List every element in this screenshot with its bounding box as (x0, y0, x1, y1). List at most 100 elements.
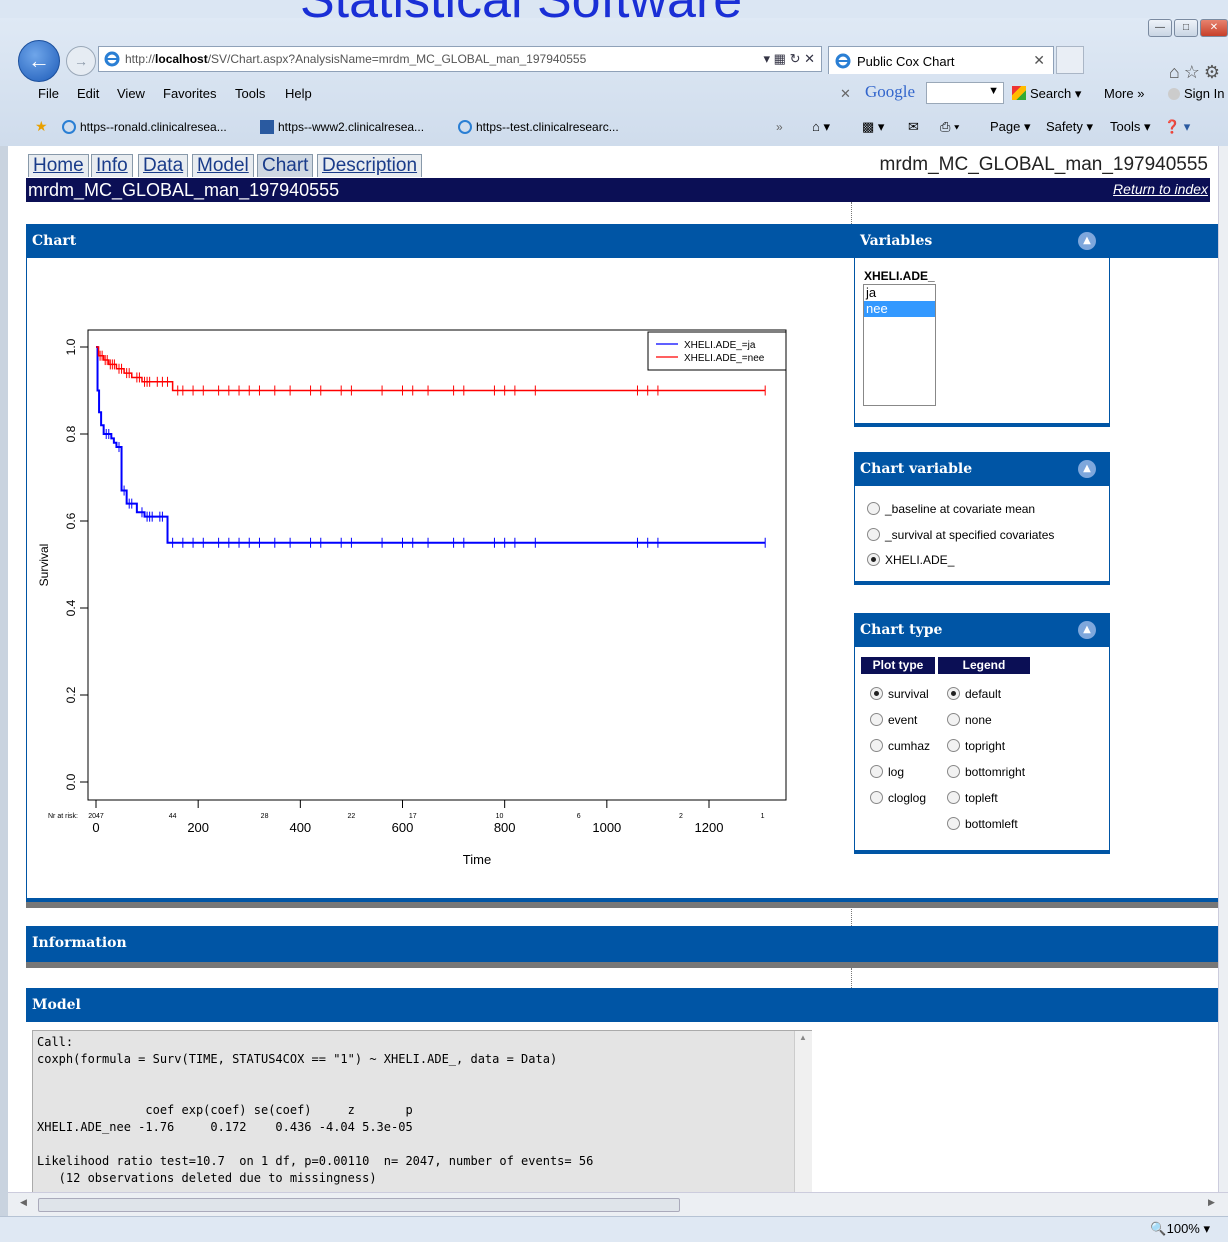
variable-option-ja[interactable]: ja (864, 285, 935, 301)
print-icon[interactable]: ⎙ ▾ (940, 119, 959, 135)
radio-icon[interactable] (947, 765, 960, 778)
radio-icon[interactable] (870, 765, 883, 778)
tab-chart[interactable]: Chart (257, 154, 314, 177)
radio-icon[interactable] (870, 791, 883, 804)
collapse-icon[interactable]: ▲ (1078, 460, 1096, 478)
scroll-right-icon[interactable]: ▶ (1208, 1197, 1215, 1208)
y-tick-label: 0.2 (64, 686, 78, 703)
close-window-icon[interactable]: ✕ (1200, 19, 1228, 37)
dropdown-icon[interactable]: ▾ (763, 51, 770, 66)
chart-variable-option-survival[interactable]: _survival at specified covariates (867, 528, 1054, 542)
menu-edit[interactable]: Edit (77, 86, 99, 101)
tab-home[interactable]: Home (28, 154, 89, 177)
legend-bottomleft[interactable]: bottomleft (947, 817, 1018, 831)
search-button[interactable]: Search ▾ (1012, 86, 1081, 102)
help-icon[interactable]: ❓ ▾ (1164, 119, 1190, 135)
close-tab-icon[interactable]: ✕ (1033, 52, 1045, 69)
tools-menu[interactable]: Tools ▾ (1110, 119, 1151, 135)
radio-icon[interactable] (867, 502, 880, 515)
tab-model[interactable]: Model (192, 154, 254, 177)
plot-type-log[interactable]: log (870, 765, 904, 779)
home-icon[interactable]: ⌂ (1169, 62, 1184, 82)
radio-selected-icon[interactable] (867, 553, 880, 566)
radio-icon[interactable] (947, 713, 960, 726)
variable-listbox[interactable]: ja nee (863, 284, 936, 406)
tab-data[interactable]: Data (138, 154, 189, 177)
scroll-left-icon[interactable]: ◀ (20, 1197, 27, 1208)
safety-menu[interactable]: Safety ▾ (1046, 119, 1093, 135)
legend-default[interactable]: default (947, 687, 1001, 701)
close-search-icon[interactable]: ✕ (840, 86, 851, 102)
legend-bottomright[interactable]: bottomright (947, 765, 1025, 779)
radio-icon[interactable] (867, 528, 880, 541)
plot-type-cloglog[interactable]: cloglog (870, 791, 926, 805)
radio-icon[interactable] (870, 739, 883, 752)
home-icon[interactable]: ⌂ ▾ (812, 119, 830, 135)
model-output[interactable]: Call: coxph(formula = Surv(TIME, STATUS4… (32, 1030, 812, 1192)
collapse-icon[interactable]: ▲ (1078, 621, 1096, 639)
chevron-down-icon[interactable]: ▼ (988, 85, 999, 97)
divider (851, 902, 852, 926)
radio-icon[interactable] (947, 791, 960, 804)
menu-file[interactable]: File (38, 86, 59, 101)
radio-selected-icon[interactable] (870, 687, 883, 700)
radio-icon[interactable] (947, 817, 960, 830)
zoom-icon: 🔍 (1150, 1221, 1167, 1236)
variable-option-nee[interactable]: nee (864, 301, 935, 317)
new-tab-button[interactable] (1056, 46, 1084, 74)
vertical-scrollbar[interactable] (1218, 146, 1228, 1192)
legend-topright[interactable]: topright (947, 739, 1005, 753)
address-bar[interactable]: http://localhost/SV/Chart.aspx?AnalysisN… (98, 46, 822, 72)
scroll-up-icon[interactable]: ▲ (799, 1033, 807, 1042)
zoom-control[interactable]: 🔍100% ▾ (1150, 1221, 1210, 1237)
chart-variable-option-baseline[interactable]: _baseline at covariate mean (867, 502, 1035, 516)
mail-icon[interactable]: ✉ (908, 119, 919, 135)
menu-favorites[interactable]: Favorites (163, 86, 216, 101)
chart-variable-panel-title: Chart variable (860, 461, 973, 477)
collapse-icon[interactable]: ▲ (1078, 232, 1096, 250)
plot-type-survival[interactable]: survival (870, 687, 929, 701)
favorite-link-1[interactable]: https--ronald.clinicalresea... (62, 120, 227, 134)
legend-topleft[interactable]: topleft (947, 791, 998, 805)
tab-info[interactable]: Info (91, 154, 133, 177)
feeds-icon[interactable]: ▩ ▾ (862, 119, 884, 135)
risk-count: 6 (577, 813, 581, 820)
browser-tab[interactable]: Public Cox Chart ✕ (828, 46, 1054, 74)
return-to-index-link[interactable]: Return to index (1113, 181, 1208, 197)
chart-variable-option-xheli[interactable]: XHELI.ADE_ (867, 553, 954, 567)
tab-description[interactable]: Description (317, 154, 423, 177)
gear-icon[interactable]: ⚙ (1204, 62, 1224, 82)
scroll-thumb[interactable] (38, 1198, 680, 1212)
forward-arrow-icon[interactable]: → (66, 46, 96, 76)
favorites-star-icon[interactable]: ☆ (1184, 62, 1204, 82)
back-arrow-icon[interactable]: ← (18, 40, 60, 82)
refresh-icon[interactable]: ↻ (790, 51, 801, 66)
menu-view[interactable]: View (117, 86, 145, 101)
more-button[interactable]: More » (1104, 86, 1144, 101)
compat-view-icon[interactable]: ▦ (774, 51, 786, 66)
menu-tools[interactable]: Tools (235, 86, 265, 101)
menu-bar: File Edit View Favorites Tools Help ✕ Go… (0, 80, 1228, 106)
minimize-icon[interactable]: — (1148, 19, 1172, 37)
information-panel-header[interactable]: Information (26, 926, 1218, 960)
favorite-link-3[interactable]: https--test.clinicalresearc... (458, 120, 619, 134)
google-search-input[interactable]: ▼ (926, 82, 1004, 104)
plot-type-event[interactable]: event (870, 713, 917, 727)
plot-type-cumhaz[interactable]: cumhaz (870, 739, 930, 753)
sign-in-button[interactable]: Sign In (1168, 86, 1224, 101)
maximize-icon[interactable]: □ (1174, 19, 1198, 37)
radio-icon[interactable] (947, 739, 960, 752)
stop-icon[interactable]: ✕ (804, 51, 815, 66)
favorites-star-icon[interactable]: ★ (35, 118, 48, 135)
y-tick-label: 1.0 (64, 338, 78, 355)
menu-help[interactable]: Help (285, 86, 312, 101)
model-panel-header[interactable]: Model (26, 988, 1218, 1022)
model-scrollbar[interactable]: ▲ (794, 1031, 812, 1192)
legend-none[interactable]: none (947, 713, 992, 727)
favorite-link-2[interactable]: https--www2.clinicalresea... (260, 120, 424, 134)
horizontal-scrollbar[interactable]: ◀ ▶ (8, 1192, 1228, 1216)
radio-icon[interactable] (870, 713, 883, 726)
chevron-right-icon[interactable]: » (776, 120, 783, 134)
page-menu[interactable]: Page ▾ (990, 119, 1031, 135)
radio-selected-icon[interactable] (947, 687, 960, 700)
